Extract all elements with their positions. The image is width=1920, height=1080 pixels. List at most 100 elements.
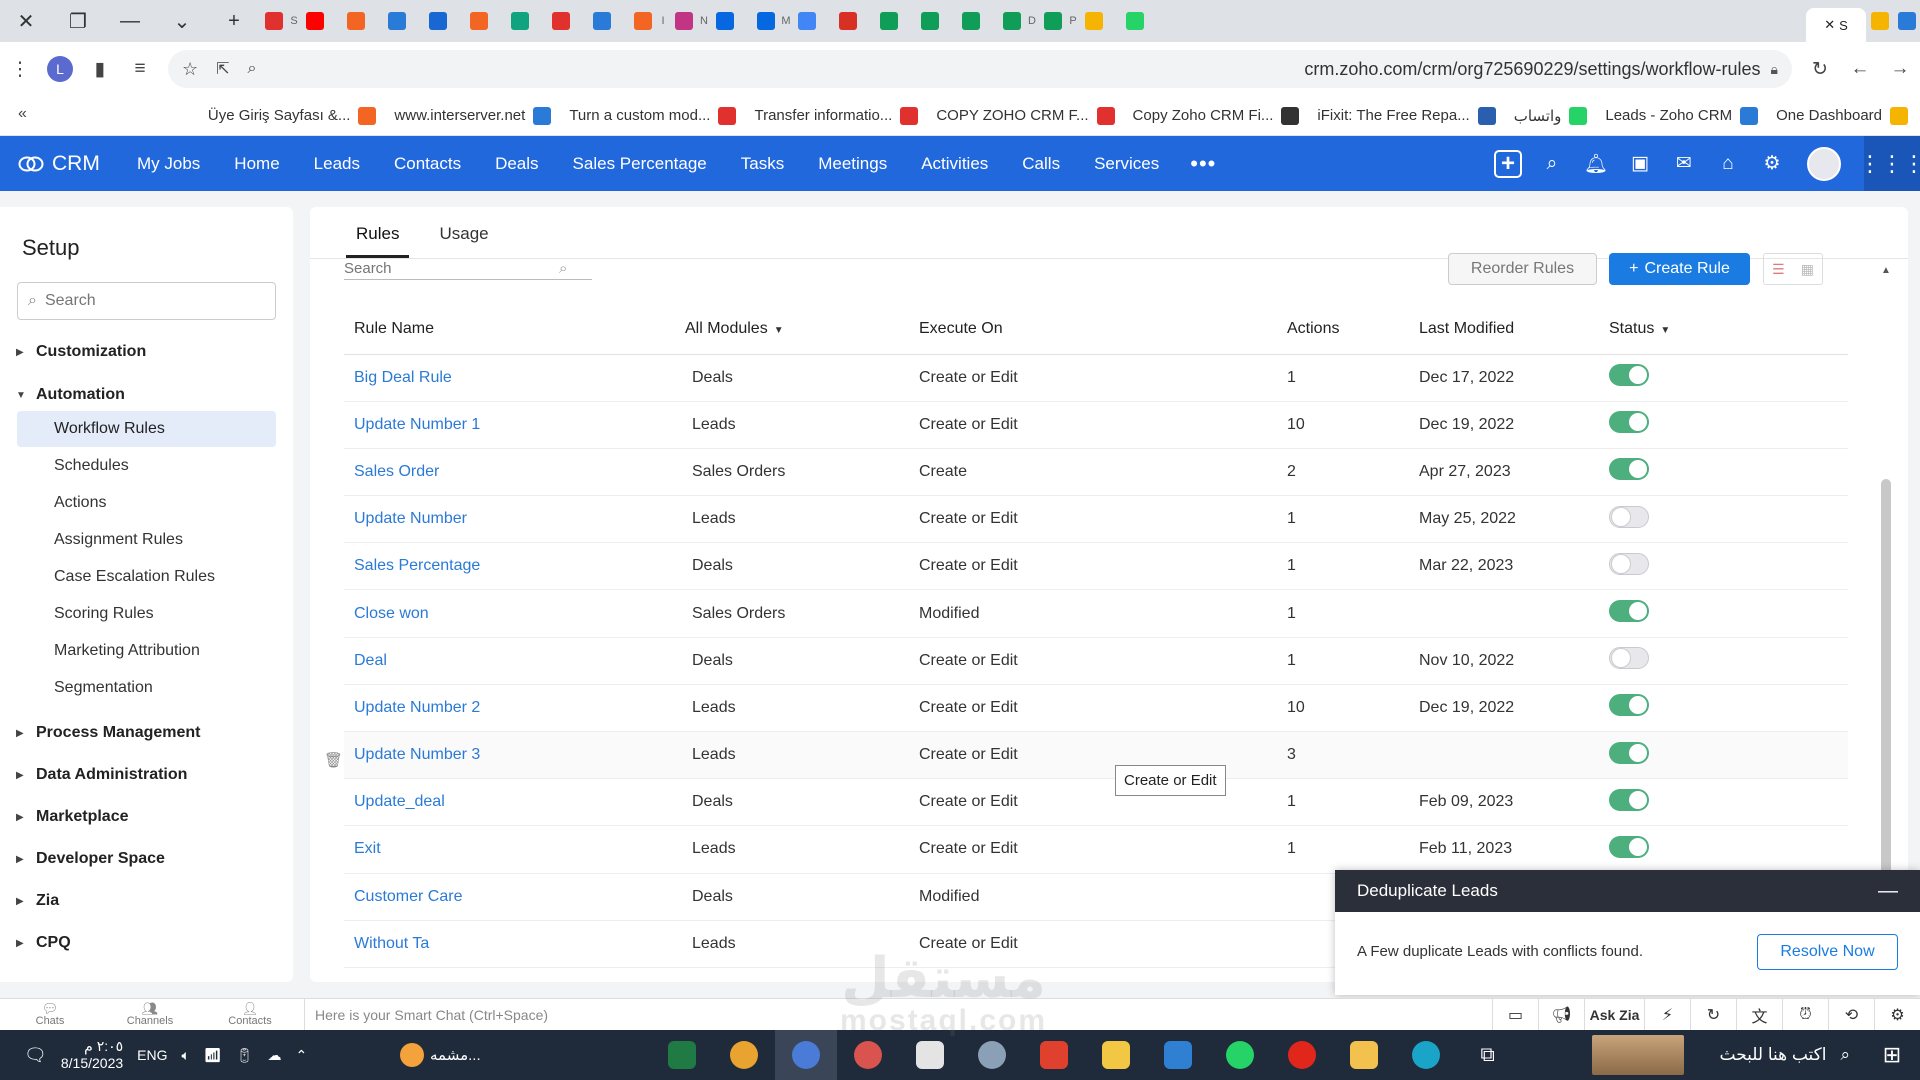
browser-tab[interactable] — [820, 0, 834, 42]
profile-icon[interactable]: L — [40, 42, 80, 96]
browser-tab[interactable] — [875, 0, 902, 42]
status-toggle[interactable] — [1609, 458, 1649, 480]
sidebar-item-assignment-rules[interactable]: Assignment Rules — [17, 522, 276, 558]
search-lens-icon[interactable]: ⌕ — [248, 60, 257, 78]
browser-tab[interactable] — [342, 0, 369, 42]
bottom-tab-chats[interactable]: 💬︎Chats — [0, 1003, 100, 1027]
rule-name-link[interactable]: Sales Order — [344, 448, 675, 495]
forward-icon[interactable]: → — [1880, 42, 1920, 96]
bookmarks-expand-icon[interactable]: « — [18, 105, 27, 123]
chrome-profile-2-icon[interactable] — [837, 1030, 899, 1080]
browser-tab[interactable] — [424, 0, 451, 42]
list-view-icon[interactable]: ☰ — [1772, 261, 1785, 278]
scrollbar-thumb[interactable] — [1881, 479, 1891, 909]
search-icon[interactable]: ⌕ — [559, 260, 567, 277]
notification-icon[interactable]: 🗨︎ — [24, 1045, 47, 1066]
signals-icon[interactable]: ⚡ — [1644, 999, 1690, 1031]
table-row[interactable]: Update_dealDealsCreate or Edit1Feb 09, 2… — [344, 779, 1848, 826]
nav-item-leads[interactable]: Leads — [297, 154, 377, 174]
rule-name-link[interactable]: Sales Percentage — [344, 543, 675, 590]
rule-name-link[interactable]: Without Ta — [344, 920, 675, 967]
lock-icon[interactable]: 🔒︎ — [1771, 61, 1778, 78]
rule-search-input[interactable] — [344, 260, 559, 277]
browser-tab[interactable] — [547, 0, 574, 42]
sidebar-item-case-escalation-rules[interactable]: Case Escalation Rules — [17, 559, 276, 595]
calendar-icon[interactable]: ▣ — [1618, 136, 1662, 191]
chrome-profile-icon[interactable] — [775, 1030, 837, 1080]
bottom-tab-channels[interactable]: 👥︎Channels — [100, 1003, 200, 1027]
nav-item-deals[interactable]: Deals — [478, 154, 555, 174]
table-row[interactable]: Sales OrderSales OrdersCreate2Apr 27, 20… — [344, 448, 1848, 495]
browser-tab[interactable] — [369, 0, 383, 42]
nav-item-services[interactable]: Services — [1077, 154, 1176, 174]
sidebar-group-data-administration[interactable]: ▶Data Administration — [16, 766, 187, 784]
rule-name-link[interactable]: Customer Care — [344, 873, 675, 920]
minimize-window-icon[interactable]: — — [104, 0, 156, 42]
screen-share-icon[interactable]: ▭ — [1492, 999, 1538, 1031]
browser-tab[interactable] — [1893, 0, 1920, 42]
search-icon[interactable]: ⌕ — [1530, 136, 1574, 191]
browser-tab[interactable] — [998, 0, 1025, 42]
taskbar-weather-app[interactable]: مشمه... — [400, 1043, 481, 1067]
browser-tab[interactable] — [410, 0, 424, 42]
browser-tab[interactable] — [670, 0, 697, 42]
browser-tab[interactable] — [1039, 0, 1066, 42]
table-row[interactable]: Update Number 2LeadsCreate or Edit10Dec … — [344, 684, 1848, 731]
rule-name-link[interactable]: Update Number 3 — [344, 732, 675, 779]
mail-icon[interactable]: ✉ — [1662, 136, 1706, 191]
table-row[interactable]: Sales PercentageDealsCreate or Edit1Mar … — [344, 543, 1848, 590]
table-row[interactable]: DealDealsCreate or Edit1Nov 10, 2022 — [344, 637, 1848, 684]
reorder-rules-button[interactable]: Reorder Rules — [1448, 253, 1597, 285]
browser-tab[interactable] — [752, 0, 779, 42]
nav-item-contacts[interactable]: Contacts — [377, 154, 478, 174]
back-icon[interactable]: ← — [1840, 42, 1880, 96]
bookmark-item[interactable]: Turn a custom mod... — [569, 107, 736, 125]
rule-search-box[interactable]: ⌕ — [344, 255, 592, 280]
browser-tab[interactable] — [629, 0, 656, 42]
status-toggle[interactable] — [1609, 694, 1649, 716]
sidebar-item-actions[interactable]: Actions — [17, 485, 276, 521]
nav-item-sales-percentage[interactable]: Sales Percentage — [556, 154, 724, 174]
setup-search-input[interactable] — [45, 292, 245, 310]
whatsapp-icon[interactable] — [1209, 1030, 1271, 1080]
status-toggle[interactable] — [1609, 647, 1649, 669]
browser-tab[interactable]: P — [1066, 0, 1080, 42]
bell-icon[interactable]: 🔔︎ — [1574, 136, 1618, 191]
browser-tab[interactable]: S — [287, 0, 301, 42]
delete-trash-icon[interactable]: 🗑︎ — [324, 751, 343, 769]
marketplace-icon[interactable]: ⌂ — [1706, 136, 1750, 191]
excel-icon[interactable] — [651, 1030, 713, 1080]
volume-icon[interactable]: 🔈︎ — [182, 1047, 190, 1064]
bookmark-item[interactable]: واتساب — [1514, 107, 1588, 125]
browser-tab[interactable] — [861, 0, 875, 42]
history-icon[interactable]: ⟲ — [1828, 999, 1874, 1031]
task-view-icon[interactable]: ⧉ — [1457, 1030, 1519, 1080]
browser-tab[interactable] — [834, 0, 861, 42]
bookmark-item[interactable]: iFixit: The Free Repa... — [1317, 107, 1495, 125]
nav-item-meetings[interactable]: Meetings — [801, 154, 904, 174]
gear-icon[interactable]: ⚙ — [1750, 136, 1794, 191]
browser-tab[interactable] — [260, 0, 287, 42]
browser-tab[interactable]: N — [697, 0, 711, 42]
table-row[interactable]: ExitLeadsCreate or Edit1Feb 11, 2023 — [344, 826, 1848, 873]
browser-tab[interactable] — [506, 0, 533, 42]
setup-search-field[interactable]: ⌕ — [17, 282, 276, 320]
windows-start-icon[interactable]: ⊞ — [1864, 1030, 1920, 1080]
sidebar-group-zia[interactable]: ▶Zia — [16, 892, 59, 910]
language-indicator[interactable]: ENG — [137, 1047, 167, 1063]
status-toggle[interactable] — [1609, 742, 1649, 764]
bookmark-item[interactable]: Üye Giriş Sayfası &... — [208, 107, 377, 125]
office-icon[interactable] — [1023, 1030, 1085, 1080]
nav-item-my-jobs[interactable]: My Jobs — [120, 154, 217, 174]
rule-name-link[interactable]: Update_deal — [344, 779, 675, 826]
col-modules[interactable]: All Modules▼ — [675, 304, 909, 354]
browser-tab[interactable] — [916, 0, 943, 42]
browser-tab[interactable] — [902, 0, 916, 42]
grid-view-icon[interactable]: ▦ — [1801, 261, 1814, 278]
nav-more-icon[interactable]: ••• — [1176, 151, 1230, 177]
translate-icon[interactable]: 文 — [1736, 999, 1782, 1031]
status-toggle[interactable] — [1609, 364, 1649, 386]
reading-list-icon[interactable]: ≡ — [120, 42, 160, 96]
new-tab-icon[interactable]: + — [208, 0, 260, 42]
nav-item-home[interactable]: Home — [217, 154, 296, 174]
